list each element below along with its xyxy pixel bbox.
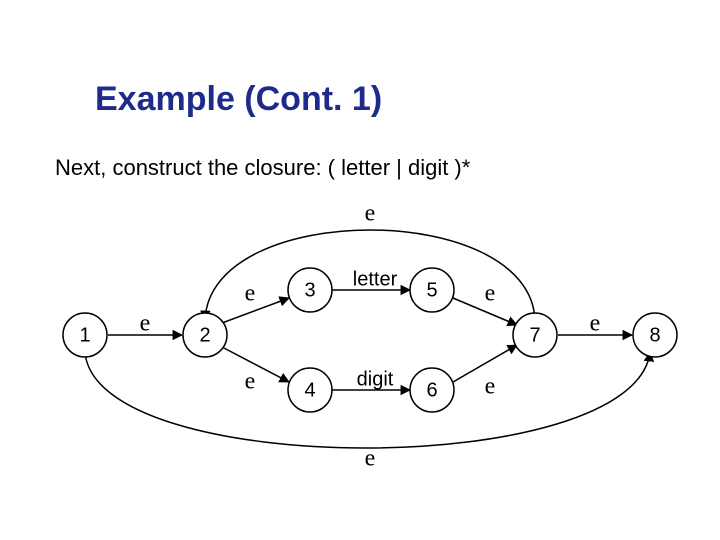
- state-4-label: 4: [304, 379, 315, 401]
- edge-6-7-label: e: [485, 374, 496, 400]
- edge-1-2-label: e: [140, 311, 151, 337]
- state-3-label: 3: [304, 279, 315, 301]
- edge-5-7-label: e: [485, 281, 496, 307]
- edge-7-2-label: e: [365, 201, 376, 227]
- edge-1-8-label: e: [365, 446, 376, 472]
- state-5-label: 5: [426, 279, 437, 301]
- edge-2-3: [222, 298, 289, 323]
- edge-2-4: [222, 347, 289, 382]
- edge-2-4-label: e: [245, 369, 256, 395]
- edge-1-8: [85, 352, 650, 448]
- state-7-label: 7: [529, 324, 540, 346]
- nfa-diagram: e e e e e letter digit e e e 1 2 3 4 5 6…: [0, 0, 720, 540]
- state-6-label: 6: [426, 379, 437, 401]
- state-8-label: 8: [649, 324, 660, 346]
- edge-7-8-label: e: [590, 311, 601, 337]
- edge-2-3-label: e: [245, 281, 256, 307]
- state-1-label: 1: [79, 324, 90, 346]
- state-2-label: 2: [199, 324, 210, 346]
- edge-4-6-label: digit: [357, 368, 394, 390]
- edge-3-5-label: letter: [353, 268, 398, 290]
